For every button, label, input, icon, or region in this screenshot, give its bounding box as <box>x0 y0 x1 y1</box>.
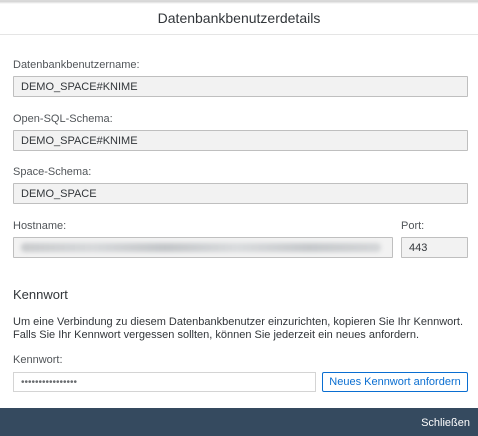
password-field[interactable]: •••••••••••••••• <box>13 372 316 392</box>
database-user-details-dialog: Datenbankbenutzerdetails Datenbankbenutz… <box>0 0 478 436</box>
password-section-title: Kennwort <box>13 287 68 302</box>
space-schema-field[interactable]: DEMO_SPACE <box>13 183 468 204</box>
hostname-field[interactable] <box>13 237 393 258</box>
open-sql-schema-field[interactable]: DEMO_SPACE#KNIME <box>13 130 468 151</box>
hostname-redacted <box>21 243 381 252</box>
db-user-label: Datenbankbenutzername: <box>13 59 140 71</box>
dialog-title: Datenbankbenutzerdetails <box>157 9 321 26</box>
dialog-footer: Schließen <box>0 408 478 436</box>
dialog-header: Datenbankbenutzerdetails <box>0 1 478 35</box>
hostname-label: Hostname: <box>13 220 67 232</box>
port-label: Port: <box>401 220 425 232</box>
password-label: Kennwort: <box>13 354 63 366</box>
password-hint: Um eine Verbindung zu diesem Datenbankbe… <box>13 316 464 341</box>
close-button[interactable]: Schließen <box>421 413 470 433</box>
open-sql-schema-label: Open-SQL-Schema: <box>13 113 113 125</box>
port-field[interactable]: 443 <box>401 237 468 258</box>
space-schema-label: Space-Schema: <box>13 166 92 178</box>
db-user-field[interactable]: DEMO_SPACE#KNIME <box>13 76 468 97</box>
request-new-password-button[interactable]: Neues Kennwort anfordern <box>322 372 468 392</box>
